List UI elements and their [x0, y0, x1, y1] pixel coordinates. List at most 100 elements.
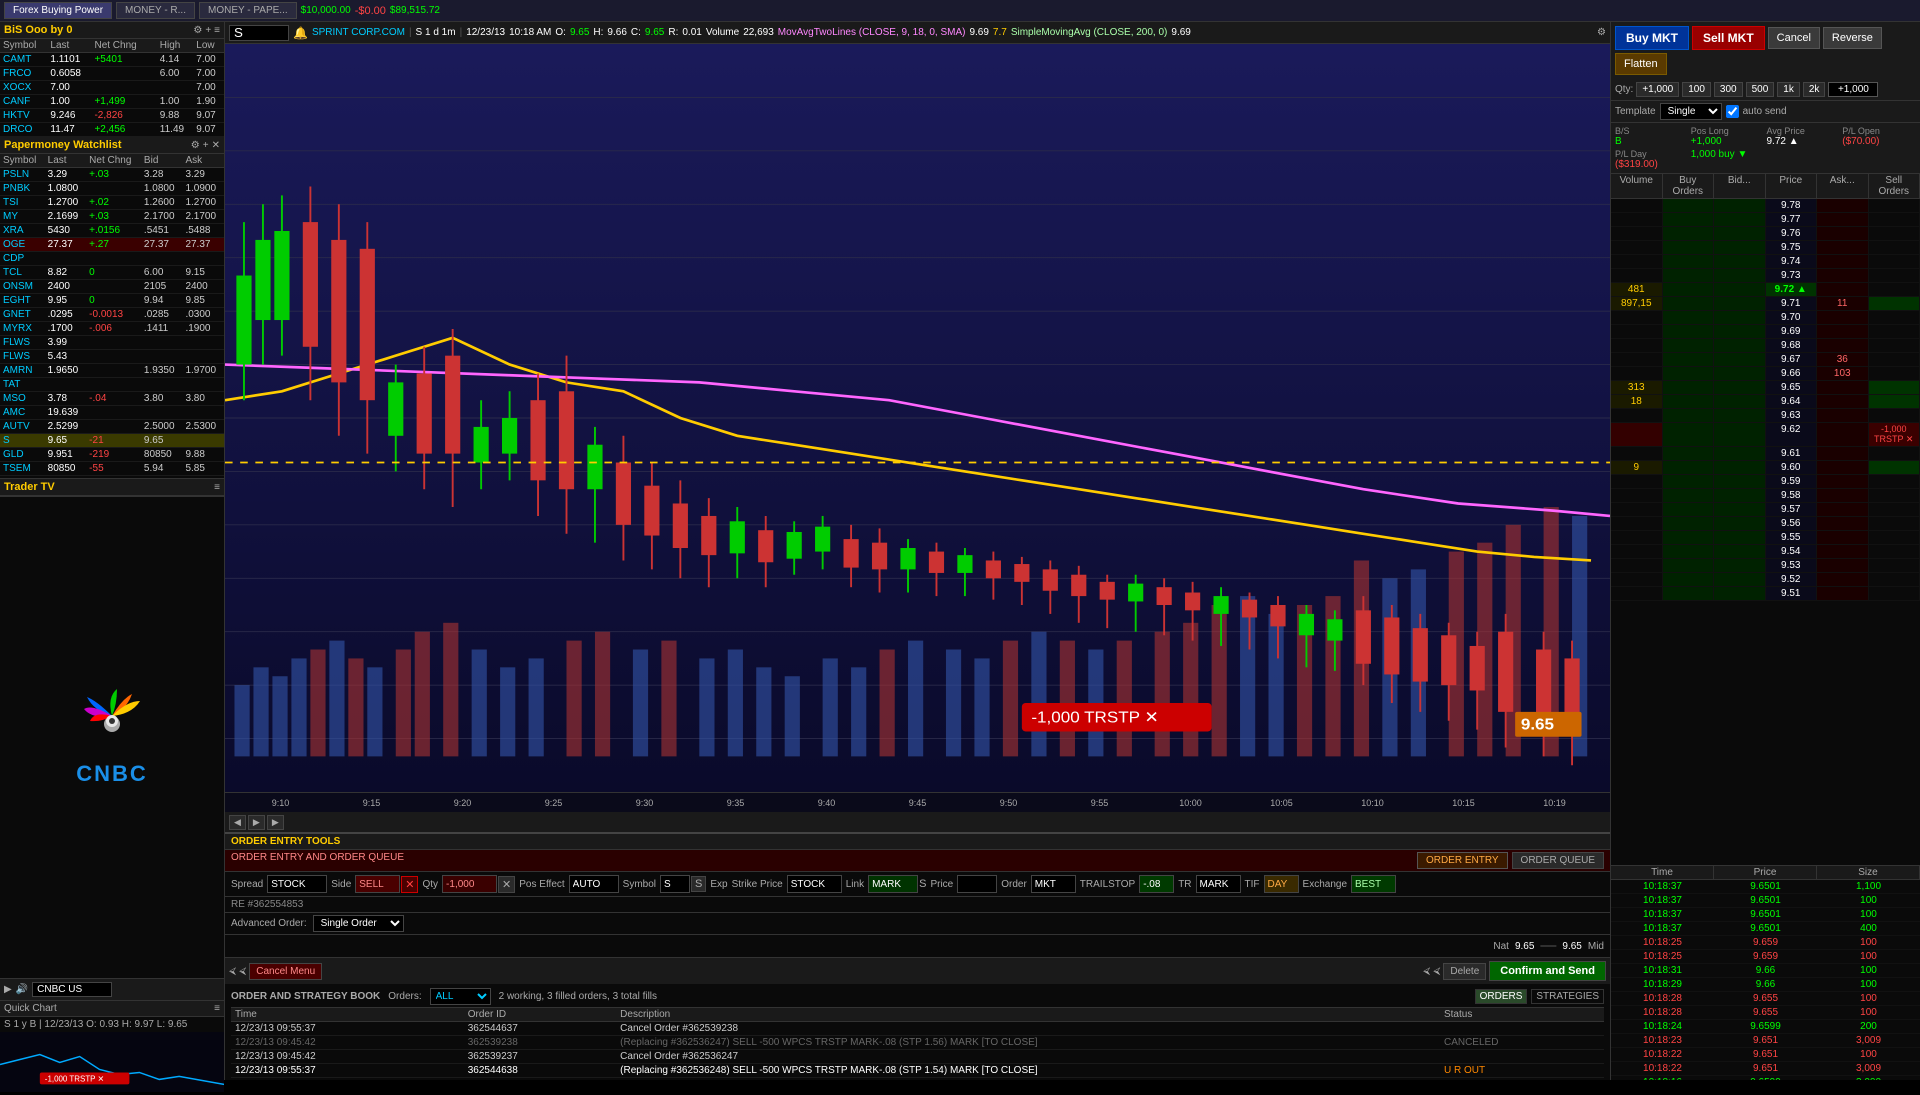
- order-row[interactable]: 12/23/13 09:55:37 362544638 (Replacing #…: [231, 1064, 1604, 1078]
- side-input[interactable]: [355, 875, 400, 893]
- pm-row[interactable]: TCL 8.82 0 6.00 9.15: [0, 266, 224, 280]
- pm-row[interactable]: GNET .0295 -0.0013 .0285 .0300: [0, 308, 224, 322]
- l2-row[interactable]: 9.77: [1611, 213, 1920, 227]
- l2-row[interactable]: 9.78: [1611, 199, 1920, 213]
- l2-row[interactable]: 9.67 36: [1611, 353, 1920, 367]
- price-input[interactable]: [957, 875, 997, 893]
- l2-row[interactable]: 897,15 9.71 11: [1611, 297, 1920, 311]
- pm-row[interactable]: ONSM 2400 2105 2400: [0, 280, 224, 294]
- delete-btn[interactable]: Delete: [1443, 963, 1486, 980]
- wl-row[interactable]: CAMT 1.1101 +5401 4.14 7.00: [0, 53, 224, 67]
- l2-row[interactable]: 9.70: [1611, 311, 1920, 325]
- ts-row[interactable]: 10:18:25 9.659 100: [1611, 950, 1920, 964]
- l2-row[interactable]: 9 9.60: [1611, 461, 1920, 475]
- pm-row[interactable]: AUTV 2.5299 2.5000 2.5300: [0, 420, 224, 434]
- ts-row[interactable]: 10:18:37 9.6501 100: [1611, 908, 1920, 922]
- ts-row[interactable]: 10:18:23 9.651 3,009: [1611, 1034, 1920, 1048]
- adv-select[interactable]: Single Order Bracket Order OCO Order: [313, 915, 404, 932]
- trader-tv-icon[interactable]: ≡: [214, 482, 220, 493]
- tpl-autosend-checkbox[interactable]: [1726, 105, 1739, 118]
- extra-btn-1[interactable]: ⮘: [1423, 966, 1430, 977]
- l2-row[interactable]: 9.55: [1611, 531, 1920, 545]
- pm-row[interactable]: OGE 27.37 +.27 27.37 27.37: [0, 238, 224, 252]
- prev-btn-2[interactable]: ⮘: [239, 966, 246, 977]
- strike-input[interactable]: [787, 875, 842, 893]
- ts-row[interactable]: 10:18:28 9.655 100: [1611, 992, 1920, 1006]
- l2-row[interactable]: 9.53: [1611, 559, 1920, 573]
- symbol-input[interactable]: [229, 25, 289, 41]
- prev-btn-1[interactable]: ⮘: [229, 966, 236, 977]
- side-close-btn[interactable]: ✕: [401, 876, 418, 893]
- l2-row[interactable]: 9.51: [1611, 587, 1920, 601]
- link-btn[interactable]: S: [919, 878, 926, 890]
- sym-btn[interactable]: S: [691, 876, 706, 892]
- ts-row[interactable]: 10:18:24 9.6599 200: [1611, 1020, 1920, 1034]
- l2-row[interactable]: 9.52: [1611, 573, 1920, 587]
- qty-preset-6[interactable]: 2k: [1803, 82, 1826, 97]
- qty-preset-3[interactable]: 300: [1714, 82, 1743, 97]
- qty-close-btn[interactable]: ✕: [498, 876, 515, 893]
- l2-row[interactable]: 9.57: [1611, 503, 1920, 517]
- audio-play-btn[interactable]: ▶: [4, 984, 12, 995]
- ts-row[interactable]: 10:18:16 9.6599 3,000: [1611, 1076, 1920, 1080]
- pm-row[interactable]: CDP: [0, 252, 224, 266]
- l2-row[interactable]: 18 9.64: [1611, 395, 1920, 409]
- tif-input[interactable]: [1264, 875, 1299, 893]
- qty-preset-2[interactable]: 100: [1682, 82, 1711, 97]
- spread-input[interactable]: [267, 875, 327, 893]
- pm-row[interactable]: MYRX .1700 -.006 .1411 .1900: [0, 322, 224, 336]
- l2-row[interactable]: 9.73: [1611, 269, 1920, 283]
- watchlist-icon-3[interactable]: ≡: [214, 25, 220, 36]
- pm-row[interactable]: AMC 19.639: [0, 406, 224, 420]
- qty-preset-1[interactable]: +1,000: [1636, 82, 1679, 97]
- link-input[interactable]: [868, 875, 918, 893]
- pm-row[interactable]: EGHT 9.95 0 9.94 9.85: [0, 294, 224, 308]
- reverse-btn[interactable]: Reverse: [1823, 27, 1882, 49]
- l2-row[interactable]: 9.66 103: [1611, 367, 1920, 381]
- l2-row[interactable]: 313 9.65: [1611, 381, 1920, 395]
- pm-row[interactable]: PSLN 3.29 +.03 3.28 3.29: [0, 168, 224, 182]
- mark-input[interactable]: [1196, 875, 1241, 893]
- cancel-menu-btn[interactable]: Cancel Menu: [249, 963, 322, 980]
- l2-row[interactable]: 9.62 -1,000 TRSTP ✕: [1611, 423, 1920, 447]
- wl-row[interactable]: FRCO 0.6058 6.00 7.00: [0, 67, 224, 81]
- qty-input[interactable]: [442, 875, 497, 893]
- forex-tab[interactable]: Forex Buying Power: [4, 2, 112, 19]
- wl-row[interactable]: XOCX 7.00 7.00: [0, 81, 224, 95]
- l2-row[interactable]: 481 9.72 ▲: [1611, 283, 1920, 297]
- ts-row[interactable]: 10:18:25 9.659 100: [1611, 936, 1920, 950]
- ts-row[interactable]: 10:18:22 9.651 100: [1611, 1048, 1920, 1062]
- flatten-btn[interactable]: Flatten: [1615, 53, 1667, 75]
- l2-row[interactable]: 9.54: [1611, 545, 1920, 559]
- order-row[interactable]: 12/23/13 09:45:42 362539237 Cancel Order…: [231, 1050, 1604, 1064]
- ob-filter-select[interactable]: ALL Working Filled: [430, 988, 491, 1005]
- chart-play-btn[interactable]: ▶: [248, 815, 265, 830]
- exchange-input[interactable]: [1351, 875, 1396, 893]
- pm-row[interactable]: FLWS 3.99: [0, 336, 224, 350]
- pm-row[interactable]: TSEM 80850 -55 5.94 5.85: [0, 462, 224, 476]
- pm-row[interactable]: PNBK 1.0800 1.0800 1.0900: [0, 182, 224, 196]
- pm-icon-1[interactable]: ⚙: [191, 140, 200, 151]
- wl-row[interactable]: HKTV 9.246 -2,826 9.88 9.07: [0, 109, 224, 123]
- l2-row[interactable]: 9.61: [1611, 447, 1920, 461]
- ts-row[interactable]: 10:18:37 9.6501 1,100: [1611, 880, 1920, 894]
- wl-row[interactable]: CANF 1.00 +1,499 1.00 1.90: [0, 95, 224, 109]
- confirm-send-btn[interactable]: Confirm and Send: [1489, 961, 1606, 981]
- l2-row[interactable]: 9.59: [1611, 475, 1920, 489]
- order-entry-tab[interactable]: ORDER ENTRY: [1417, 852, 1508, 869]
- qc-icon[interactable]: ≡: [214, 1003, 220, 1014]
- chart-area[interactable]: -1,000 TRSTP ✕ 9.65: [225, 44, 1610, 792]
- pos-effect-input[interactable]: [569, 875, 619, 893]
- pm-row[interactable]: AMRN 1.9650 1.9350 1.9700: [0, 364, 224, 378]
- netliq-tab[interactable]: MONEY - R...: [116, 2, 195, 19]
- pm-row[interactable]: XRA 5430 +.0156 .5451 .5488: [0, 224, 224, 238]
- cancel-btn[interactable]: Cancel: [1768, 27, 1820, 49]
- qty-preset-5[interactable]: 1k: [1777, 82, 1800, 97]
- pm-row[interactable]: FLWS 5.43: [0, 350, 224, 364]
- ts-row[interactable]: 10:18:28 9.655 100: [1611, 1006, 1920, 1020]
- pm-row[interactable]: MY 2.1699 +.03 2.1700 2.1700: [0, 210, 224, 224]
- pm-icon-3[interactable]: ✕: [212, 140, 220, 151]
- channel-input[interactable]: [32, 982, 112, 997]
- ts-row[interactable]: 10:18:29 9.66 100: [1611, 978, 1920, 992]
- ts-row[interactable]: 10:18:37 9.6501 400: [1611, 922, 1920, 936]
